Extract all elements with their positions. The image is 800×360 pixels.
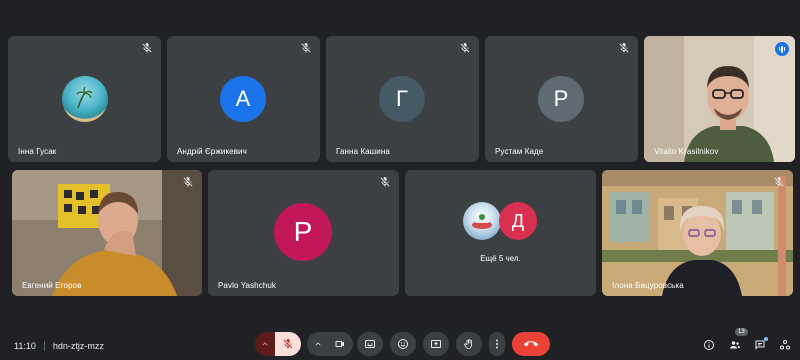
speaking-indicator-icon (775, 42, 789, 56)
avatar: P (274, 203, 332, 261)
camera-options-button[interactable] (308, 332, 328, 356)
participant-name: Евгений Егоров (22, 281, 82, 290)
activities-button[interactable] (776, 336, 794, 354)
camera-toggle-button[interactable] (328, 332, 352, 356)
participant-tile-rustam[interactable]: Р Рустам Каде (485, 36, 638, 162)
raise-hand-icon (464, 339, 472, 349)
end-call-icon (524, 341, 538, 347)
notification-dot (764, 337, 768, 341)
present-icon (431, 340, 441, 348)
avatar-image (463, 202, 501, 240)
meeting-details: 11:10 hdn-ztjz-mzz (14, 341, 104, 351)
activities-icon (780, 340, 790, 350)
meeting-info-button[interactable] (700, 336, 718, 354)
mic-off-icon (183, 177, 193, 187)
raise-hand-button[interactable] (456, 332, 482, 356)
people-count-badge: 13 (735, 328, 748, 336)
participant-name: Андрій Єржикевич (177, 147, 247, 156)
others-tile[interactable]: Д Ещё 5 чел. (405, 170, 596, 296)
avatar-image (62, 76, 108, 122)
divider (43, 341, 45, 351)
participant-tile-inna[interactable]: Інна Гусак (8, 36, 161, 162)
reactions-button[interactable] (390, 332, 416, 356)
mic-off-icon (774, 177, 784, 187)
participant-tile-vitalio[interactable]: Vitalio Krasilnikov (644, 36, 795, 162)
camera-icon (335, 341, 344, 347)
chat-button[interactable] (751, 336, 769, 354)
participant-name: Інна Гусак (18, 147, 57, 156)
others-count-label: Ещё 5 чел. (480, 254, 521, 263)
captions-button[interactable] (357, 332, 383, 356)
participant-tile-andriy[interactable]: А Андрій Єржикевич (167, 36, 320, 162)
participant-tile-ganna[interactable]: Г Ганна Кашина (326, 36, 479, 162)
participant-tile-pavlo[interactable]: P Pavlo Yashchuk (208, 170, 399, 296)
chevron-up-icon (315, 342, 321, 346)
avatar: Р (538, 76, 584, 122)
info-icon (704, 340, 714, 350)
people-button[interactable] (726, 336, 744, 354)
mic-options-button[interactable] (255, 332, 275, 356)
mic-toggle-button[interactable] (275, 332, 301, 356)
participant-name: Ілона Бацуровська (612, 281, 684, 290)
avatar: Д (499, 202, 537, 240)
mic-off-icon (283, 339, 293, 349)
more-options-button[interactable] (489, 332, 505, 356)
mic-control-group (255, 332, 301, 356)
avatar: А (220, 76, 266, 122)
avatar: Г (379, 76, 425, 122)
camera-control-group (307, 332, 353, 356)
people-icon (730, 341, 740, 349)
meeting-time: 11:10 (14, 341, 36, 351)
video-feed (602, 170, 793, 296)
emoji-icon (398, 339, 408, 349)
video-feed (644, 36, 795, 162)
mic-off-icon (380, 177, 390, 187)
present-button[interactable] (423, 332, 449, 356)
more-icon (496, 339, 498, 349)
captions-icon (365, 340, 375, 348)
end-call-button[interactable] (512, 332, 550, 356)
participant-tile-ilona[interactable]: Ілона Бацуровська (602, 170, 793, 296)
video-feed (12, 170, 202, 296)
participant-name: Vitalio Krasilnikov (654, 147, 719, 156)
mic-off-icon (301, 43, 311, 53)
participant-name: Ганна Кашина (336, 147, 390, 156)
meeting-code: hdn-ztjz-mzz (52, 341, 104, 351)
chevron-up-icon (262, 342, 268, 346)
participant-name: Pavlo Yashchuk (218, 281, 277, 290)
mic-off-icon (460, 43, 470, 53)
participant-tile-evgeniy[interactable]: Евгений Егоров (12, 170, 202, 296)
mic-off-icon (142, 43, 152, 53)
mic-off-icon (619, 43, 629, 53)
participant-name: Рустам Каде (495, 147, 544, 156)
